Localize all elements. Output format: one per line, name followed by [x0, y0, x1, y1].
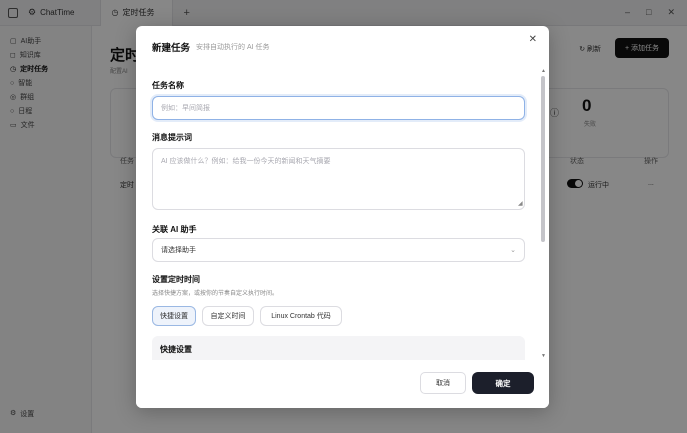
- confirm-button[interactable]: 确定: [472, 372, 534, 394]
- close-icon[interactable]: ✕: [529, 34, 537, 45]
- task-name-label: 任务名称: [152, 81, 184, 90]
- new-task-dialog: 新建任务 安排自动执行的 AI 任务 ✕ 任务名称 消息提示词 ◢ 关联 AI …: [136, 26, 549, 408]
- scroll-thumb[interactable]: [541, 76, 545, 242]
- prompt-textarea[interactable]: [152, 148, 525, 210]
- scroll-down-icon[interactable]: ▼: [541, 353, 546, 359]
- schedule-mode-crontab[interactable]: Linux Crontab 代码: [260, 306, 342, 326]
- resize-handle-icon[interactable]: ◢: [518, 200, 523, 207]
- schedule-label: 设置定时时间: [152, 275, 200, 284]
- dialog-header: 新建任务 安排自动执行的 AI 任务: [136, 26, 549, 68]
- quick-settings-panel: 快捷设置: [152, 336, 525, 360]
- assistant-label: 关联 AI 助手: [152, 225, 197, 234]
- cancel-button[interactable]: 取消: [420, 372, 466, 394]
- assistant-select[interactable]: 请选择助手 ⌄: [152, 238, 525, 262]
- chevron-down-icon: ⌄: [510, 247, 516, 254]
- schedule-helper-text: 选择快捷方案，或按你的节奏自定义执行时间。: [152, 291, 279, 297]
- dialog-footer: 取消 确定: [136, 360, 549, 408]
- dialog-body[interactable]: 任务名称 消息提示词 ◢ 关联 AI 助手 请选择助手 ⌄ 设置定时时间 选择快…: [136, 68, 549, 360]
- dialog-scrollbar[interactable]: ▲ ▼: [539, 68, 547, 366]
- schedule-mode-custom[interactable]: 自定义时间: [202, 306, 254, 326]
- scroll-up-icon[interactable]: ▲: [541, 68, 546, 74]
- schedule-mode-quick[interactable]: 快捷设置: [152, 306, 196, 326]
- quick-settings-title: 快捷设置: [160, 345, 192, 354]
- dialog-title: 新建任务: [152, 43, 191, 54]
- prompt-label: 消息提示词: [152, 133, 192, 142]
- assistant-select-value: 请选择助手: [161, 247, 196, 254]
- dialog-subtitle: 安排自动执行的 AI 任务: [196, 44, 270, 51]
- task-name-input[interactable]: [152, 96, 525, 120]
